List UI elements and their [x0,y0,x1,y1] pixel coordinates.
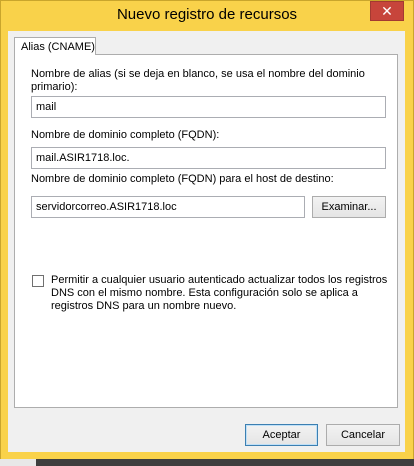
close-button[interactable]: ✕ [370,1,404,21]
fqdn-field[interactable] [31,147,386,169]
target-host-label: Nombre de dominio completo (FQDN) para e… [31,173,334,185]
tab-panel: Nombre de alias (si se deja en blanco, s… [14,54,398,408]
browse-button[interactable]: Examinar... [312,196,386,218]
close-icon: ✕ [381,3,393,19]
desktop-background [0,459,414,466]
window-title: Nuevo registro de recursos [116,6,298,23]
dialog-client-area: Alias (CNAME) Nombre de alias (si se dej… [8,31,405,452]
allow-update-checkbox[interactable] [32,275,44,287]
tab-alias-cname[interactable]: Alias (CNAME) [14,37,96,55]
cancel-button[interactable]: Cancelar [326,424,400,446]
fqdn-label: Nombre de dominio completo (FQDN): [31,129,220,141]
alias-name-label: Nombre de alias (si se deja en blanco, s… [31,68,365,93]
allow-update-label[interactable]: Permitir a cualquier usuario autenticado… [51,274,391,313]
target-host-input[interactable] [31,196,305,218]
taskbar-fragment [0,459,36,466]
ok-button[interactable]: Aceptar [245,424,318,446]
alias-name-input[interactable] [31,96,386,118]
title-bar[interactable]: Nuevo registro de recursos ✕ [1,1,413,31]
dialog-window: Nuevo registro de recursos ✕ Alias (CNAM… [0,0,414,460]
